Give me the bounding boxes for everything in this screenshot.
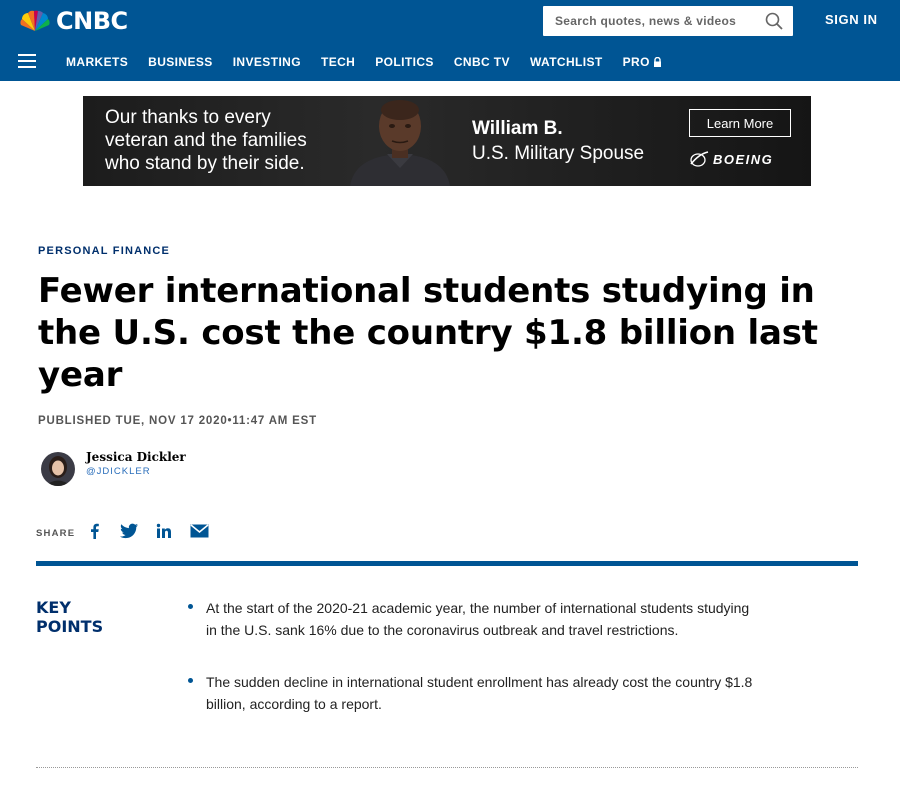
ad-person-name: William B. bbox=[472, 118, 563, 139]
section-eyebrow[interactable]: PERSONAL FINANCE bbox=[38, 245, 170, 257]
key-points-title: KEY POINTS bbox=[36, 598, 104, 636]
search-icon[interactable] bbox=[765, 12, 783, 30]
boeing-logo-icon bbox=[690, 151, 709, 167]
lock-icon bbox=[653, 57, 661, 67]
email-icon[interactable] bbox=[190, 523, 209, 539]
nav-investing[interactable]: INVESTING bbox=[233, 55, 301, 69]
search-input[interactable] bbox=[555, 14, 755, 28]
sign-in-link[interactable]: SIGN IN bbox=[825, 12, 878, 27]
bullet-icon bbox=[188, 604, 193, 609]
twitter-icon[interactable] bbox=[120, 523, 138, 539]
key-point-text: At the start of the 2020-21 academic yea… bbox=[206, 600, 750, 638]
section-divider bbox=[36, 561, 858, 566]
advertisement-banner[interactable]: Our thanks to every veteran and the fami… bbox=[83, 96, 811, 186]
ad-learn-more-button[interactable]: Learn More bbox=[689, 109, 791, 137]
nav-pro[interactable]: PRO bbox=[623, 55, 662, 69]
article-headline: Fewer international students studying in… bbox=[38, 271, 818, 395]
ad-portrait-image bbox=[350, 100, 450, 186]
nav-watchlist[interactable]: WATCHLIST bbox=[530, 55, 603, 69]
author-photo bbox=[41, 452, 75, 486]
peacock-icon bbox=[20, 10, 50, 31]
main-nav: MARKETS BUSINESS INVESTING TECH POLITICS… bbox=[66, 55, 682, 69]
key-points-list: At the start of the 2020-21 academic yea… bbox=[186, 597, 756, 745]
nav-pro-label: PRO bbox=[622, 55, 650, 69]
key-point-item: At the start of the 2020-21 academic yea… bbox=[186, 597, 756, 641]
nav-business[interactable]: BUSINESS bbox=[148, 55, 213, 69]
facebook-icon[interactable] bbox=[90, 523, 99, 539]
key-point-text: The sudden decline in international stud… bbox=[206, 674, 753, 712]
nav-cnbc-tv[interactable]: CNBC TV bbox=[454, 55, 510, 69]
nav-markets[interactable]: MARKETS bbox=[66, 55, 128, 69]
logo-wordmark: CNBC bbox=[56, 7, 128, 35]
bullet-icon bbox=[188, 678, 193, 683]
dotted-divider bbox=[36, 767, 858, 768]
ad-brand-name: BOEING bbox=[713, 151, 774, 167]
nav-politics[interactable]: POLITICS bbox=[375, 55, 434, 69]
site-header: CNBC SIGN IN MARKETS BUSINESS INVESTING … bbox=[0, 0, 900, 81]
author-handle[interactable]: @JDICKLER bbox=[86, 466, 151, 477]
linkedin-icon[interactable] bbox=[156, 523, 172, 539]
cnbc-logo[interactable]: CNBC bbox=[16, 7, 128, 35]
ad-brand-logo: BOEING bbox=[689, 150, 773, 168]
author-name[interactable]: Jessica Dickler bbox=[86, 450, 186, 464]
author-avatar[interactable] bbox=[41, 452, 75, 486]
hamburger-menu-icon[interactable] bbox=[18, 54, 36, 68]
share-label: SHARE bbox=[36, 528, 76, 539]
published-timestamp: PUBLISHED TUE, NOV 17 2020•11:47 AM EST bbox=[38, 415, 317, 427]
key-point-item: The sudden decline in international stud… bbox=[186, 671, 756, 715]
nav-tech[interactable]: TECH bbox=[321, 55, 355, 69]
ad-message: Our thanks to every veteran and the fami… bbox=[105, 107, 307, 174]
ad-person-role: U.S. Military Spouse bbox=[472, 143, 645, 164]
search-box[interactable] bbox=[543, 6, 793, 36]
